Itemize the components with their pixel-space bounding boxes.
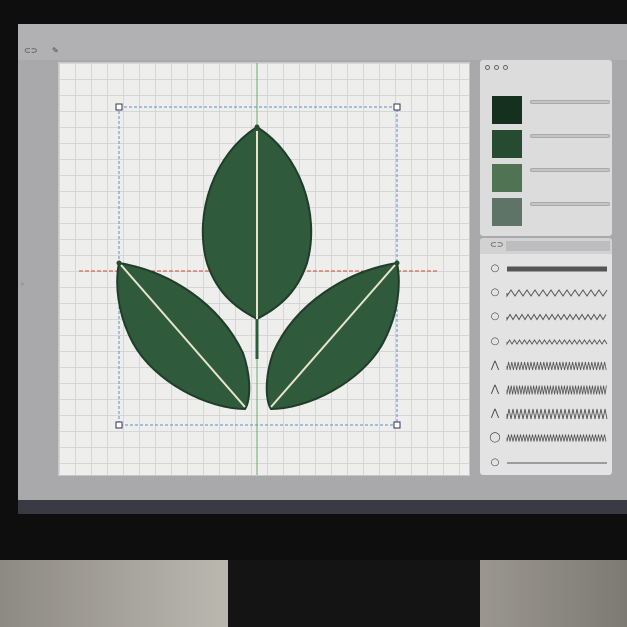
stitch-type-panel: ⊂⊃ ○ ○ ○ ○ ⋀ ⋀ ⋀ ◯ ○ — [480, 238, 612, 475]
color-swatch-3[interactable] — [492, 164, 522, 192]
stitch-pattern-line — [506, 313, 607, 322]
stitch-pattern-line — [506, 338, 608, 346]
compass-icon[interactable]: ⋀ — [488, 408, 502, 420]
handle-top-left[interactable] — [115, 103, 123, 111]
stitch-pattern-line — [506, 409, 608, 420]
handle-top-right[interactable] — [393, 103, 401, 111]
color-swatch-1[interactable] — [492, 96, 522, 124]
color-swatch-4[interactable] — [492, 198, 522, 226]
stitch-row-satin-fine[interactable]: ◯ — [480, 429, 612, 449]
handle-bottom-left[interactable] — [115, 421, 123, 429]
window-controls — [485, 65, 508, 70]
stitch-pattern-line — [506, 289, 608, 298]
window-dot-icon[interactable] — [494, 65, 499, 70]
stitch-preview — [506, 434, 607, 442]
stitch-row-zigzag-tight[interactable]: ○ — [480, 308, 612, 328]
stitch-search-bar[interactable] — [506, 241, 610, 251]
stitch-pattern-line — [506, 361, 607, 370]
compass-icon[interactable]: ⋀ — [488, 360, 502, 372]
window-dot-icon[interactable] — [485, 65, 490, 70]
circle-icon[interactable]: ○ — [488, 311, 502, 323]
color-palette-panel — [480, 60, 612, 236]
compass-icon[interactable]: ⋀ — [488, 384, 502, 396]
stitch-preview — [507, 266, 607, 272]
top-toolbar: ⊂⊃ ✎ — [18, 24, 627, 60]
stitch-row-satin[interactable]: ⋀ — [480, 357, 612, 377]
stitch-row-zigzag-fine[interactable]: ○ — [480, 333, 612, 353]
taskbar — [18, 500, 627, 514]
anchor-point[interactable] — [394, 260, 400, 266]
link-icon[interactable]: ⊂⊃ — [490, 240, 503, 249]
monitor-stand — [228, 560, 480, 627]
bulb-icon[interactable]: ◯ — [488, 432, 502, 444]
stitch-preview — [506, 338, 608, 346]
stitch-pattern-line — [506, 385, 607, 395]
circle-icon[interactable]: ○ — [488, 457, 502, 469]
color-slider-1[interactable] — [530, 100, 610, 104]
anchor-point[interactable] — [254, 124, 260, 130]
stitch-preview — [506, 361, 607, 370]
stitch-row-zigzag-small[interactable]: ○ — [480, 284, 612, 304]
stitch-pattern-line — [506, 434, 607, 442]
screen: ⊂⊃ ✎ ◦ ⊂⊃ ○ ○ ○ ○ ⋀ ⋀ ⋀ ◯ ○ — [18, 24, 627, 514]
stitch-row-zigzag-wide[interactable]: ⋀ — [480, 405, 612, 425]
circle-icon[interactable]: ○ — [488, 287, 502, 299]
stitch-preview — [507, 462, 607, 464]
stitch-row-straight[interactable]: ○ — [480, 260, 612, 280]
stitch-preview — [506, 289, 608, 298]
stitch-panel-header: ⊂⊃ — [480, 238, 612, 254]
stitch-row-running[interactable]: ○ — [480, 454, 612, 474]
circle-icon[interactable]: ○ — [488, 263, 502, 275]
window-dot-icon[interactable] — [503, 65, 508, 70]
color-slider-4[interactable] — [530, 202, 610, 206]
pen-tool-icon[interactable]: ✎ — [52, 46, 59, 55]
handle-bottom-right[interactable] — [393, 421, 401, 429]
stitch-preview — [506, 385, 607, 395]
embroidery-design — [79, 63, 439, 475]
anchor-point[interactable] — [116, 260, 122, 266]
circle-icon[interactable]: ○ — [488, 336, 502, 348]
color-swatch-2[interactable] — [492, 130, 522, 158]
stitch-preview — [506, 313, 607, 322]
color-slider-3[interactable] — [530, 168, 610, 172]
link-icon[interactable]: ⊂⊃ — [24, 46, 37, 55]
stitch-preview — [506, 409, 608, 420]
ruler-marker-icon: ◦ — [20, 280, 25, 289]
stitch-row-satin-dense[interactable]: ⋀ — [480, 381, 612, 401]
color-slider-2[interactable] — [530, 134, 610, 138]
design-canvas[interactable] — [58, 62, 470, 476]
